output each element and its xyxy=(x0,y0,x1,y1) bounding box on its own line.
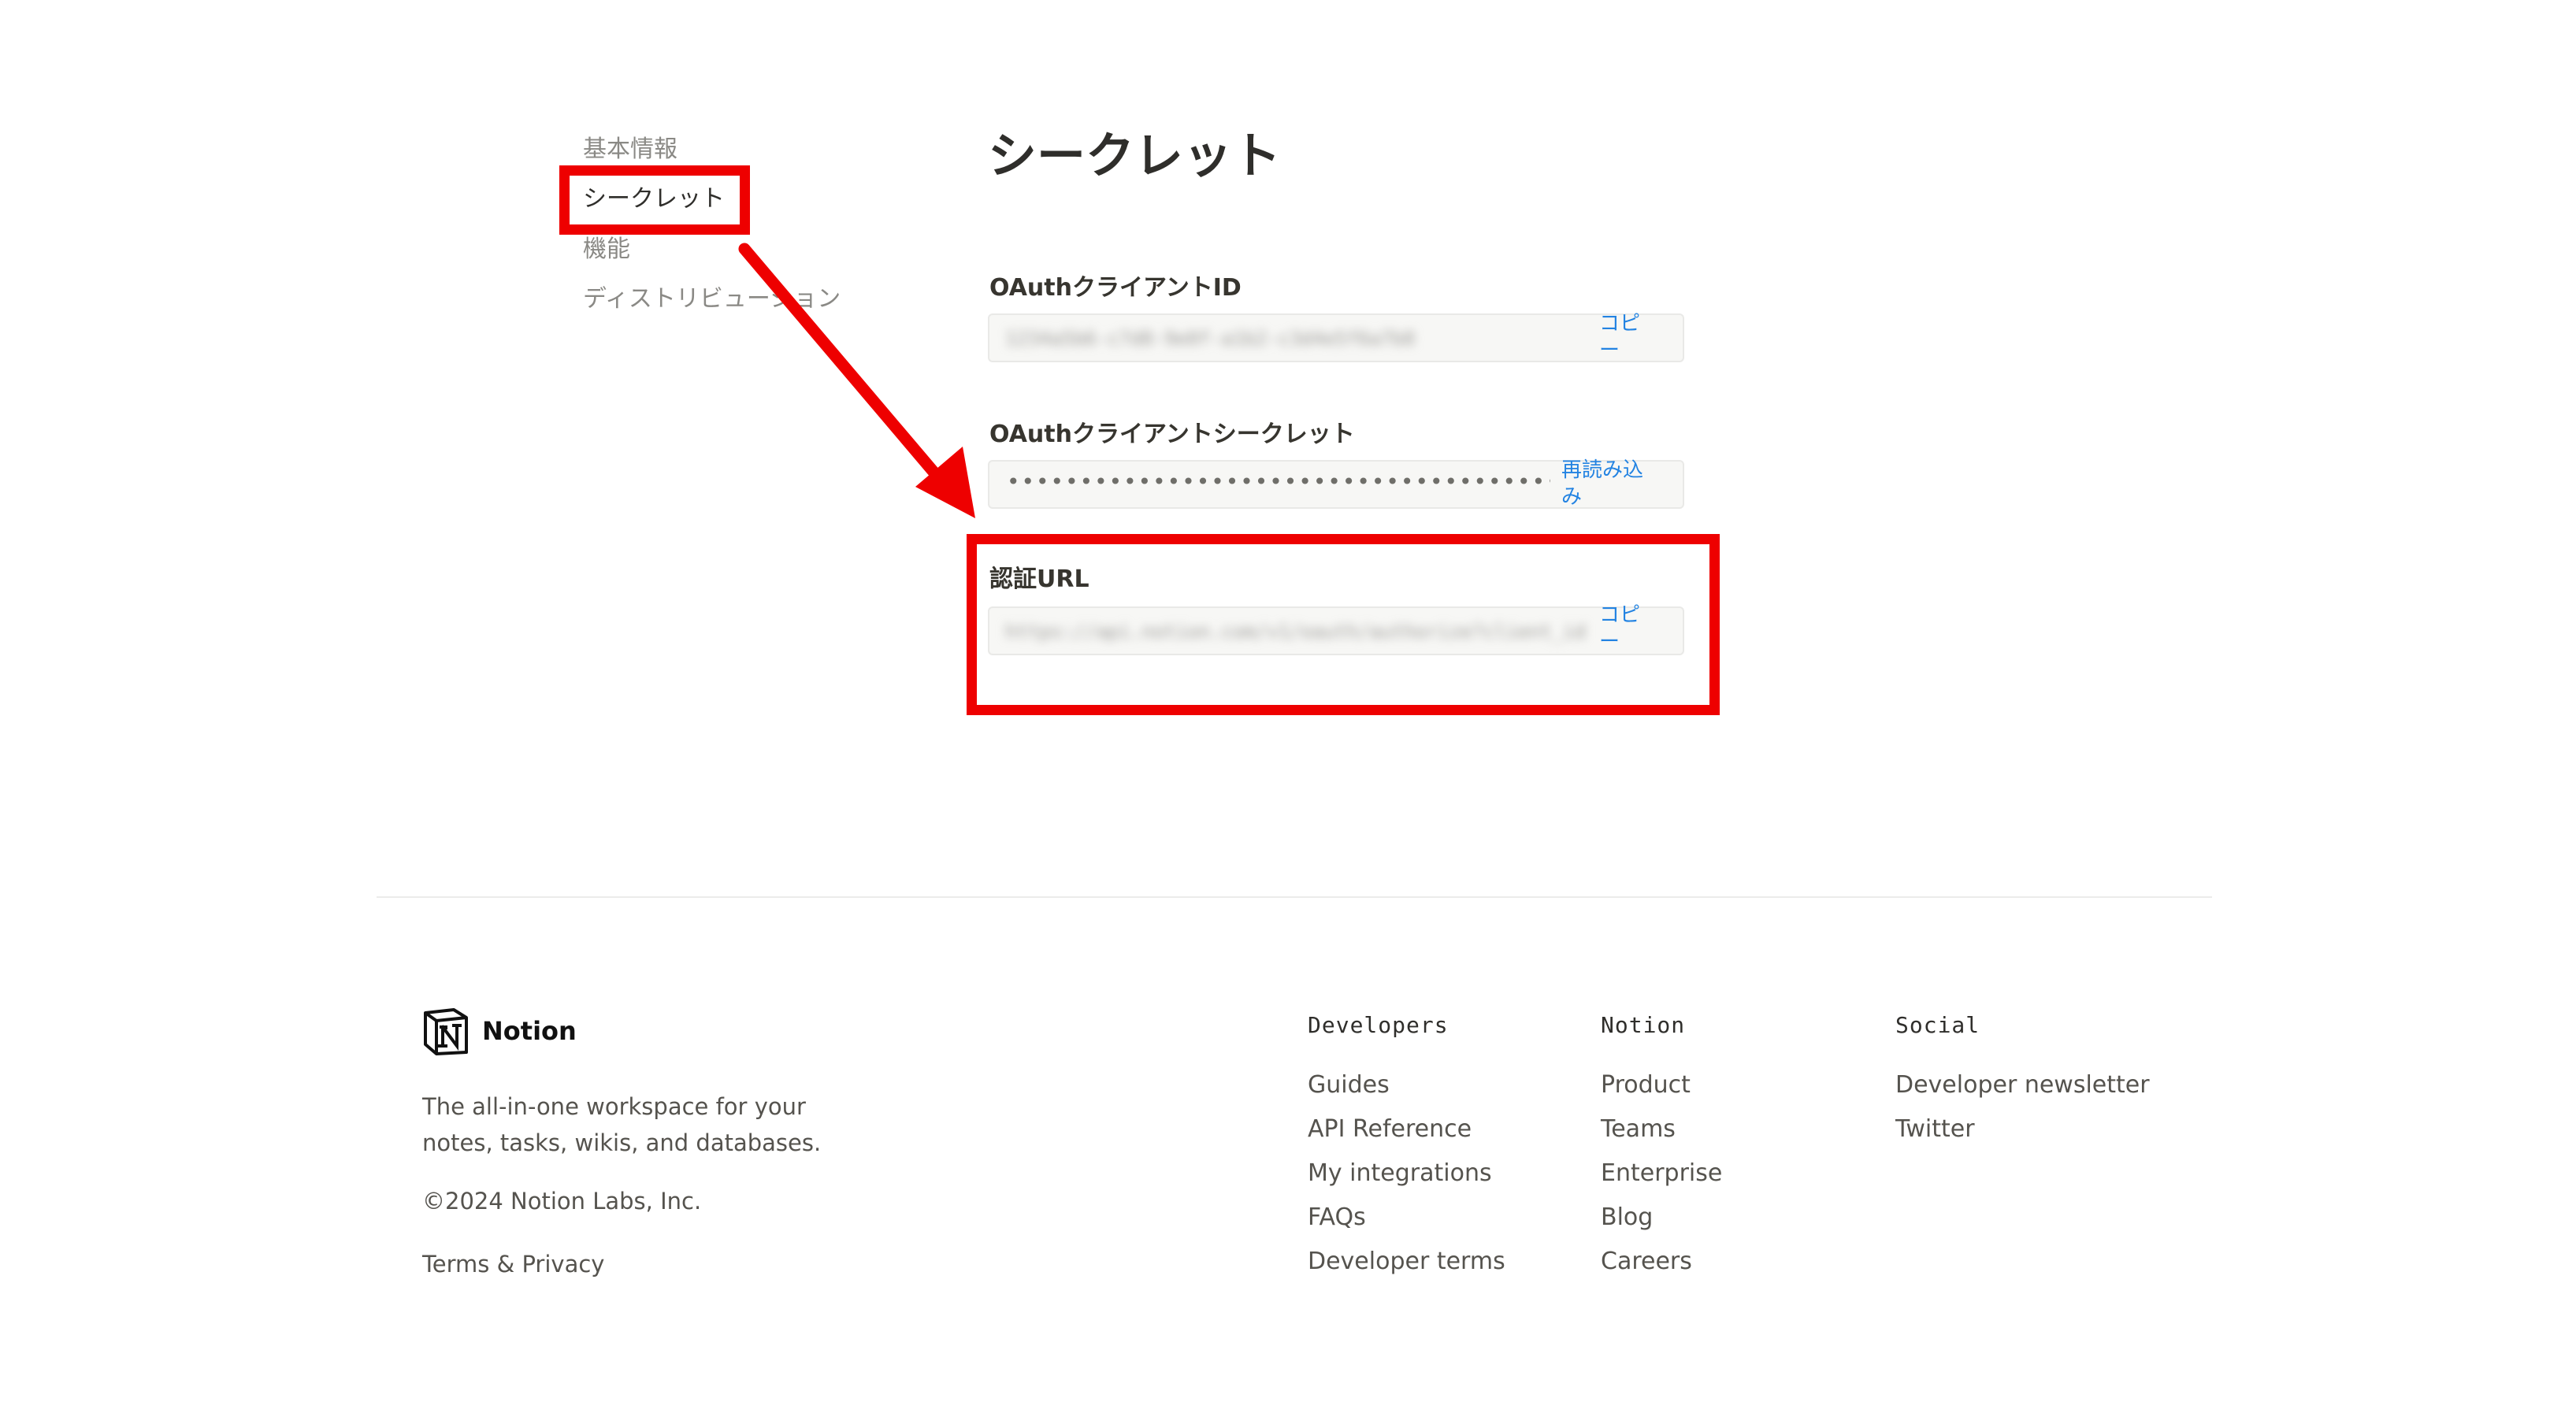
footer-column-title: Notion xyxy=(1601,1012,1686,1038)
footer-column-notion: Notion Product Teams Enterprise Blog Car… xyxy=(1601,1010,1722,1284)
footer-column-social: Social Developer newsletter Twitter xyxy=(1895,1010,2150,1151)
annotation-arrow xyxy=(738,243,975,518)
sidebar-item-capabilities[interactable]: 機能 xyxy=(583,234,630,265)
oauth-client-id-field[interactable]: 1234a5b6-c7d8-9e0f-a1b2-c3d4e5f6a7b8 xyxy=(988,313,1684,362)
sidebar-item-distribution[interactable]: ディストリビューション xyxy=(583,284,841,315)
notion-logo-icon xyxy=(424,1008,468,1055)
oauth-client-id-label: OAuthクライアントID xyxy=(989,274,1242,302)
footer-link-api-reference[interactable]: API Reference xyxy=(1308,1107,1505,1151)
copy-auth-url-button[interactable]: コピー xyxy=(1599,602,1646,655)
footer-link-guides[interactable]: Guides xyxy=(1308,1063,1505,1107)
reload-secret-button[interactable]: 再読み込み xyxy=(1561,457,1652,510)
footer-link-twitter[interactable]: Twitter xyxy=(1895,1107,2150,1151)
copy-client-id-button[interactable]: コピー xyxy=(1599,310,1646,364)
footer-link-developer-newsletter[interactable]: Developer newsletter xyxy=(1895,1063,2150,1107)
footer-brand[interactable]: Notion xyxy=(422,1007,577,1055)
footer-link-careers[interactable]: Careers xyxy=(1601,1240,1722,1284)
footer-column-title: Developers xyxy=(1308,1012,1449,1038)
footer-link-my-integrations[interactable]: My integrations xyxy=(1308,1151,1505,1196)
footer-terms-link[interactable]: Terms & Privacy xyxy=(422,1251,604,1278)
footer-link-teams[interactable]: Teams xyxy=(1601,1107,1722,1151)
footer-link-product[interactable]: Product xyxy=(1601,1063,1722,1107)
auth-url-label: 認証URL xyxy=(989,566,1089,593)
footer-link-faqs[interactable]: FAQs xyxy=(1308,1196,1505,1240)
auth-url-field[interactable]: https://api.notion.com/v1/oauth/authoriz… xyxy=(988,606,1684,655)
footer-link-enterprise[interactable]: Enterprise xyxy=(1601,1151,1722,1196)
footer-column-developers: Developers Guides API Reference My integ… xyxy=(1308,1010,1505,1284)
footer-column-title: Social xyxy=(1895,1012,1980,1038)
footer-copyright: ©2024 Notion Labs, Inc. xyxy=(422,1188,702,1214)
footer-brand-name: Notion xyxy=(482,1016,577,1046)
page-title: シークレット xyxy=(988,127,1282,184)
oauth-client-secret-masked: •••••••••••••••••••••••••••••••••••••••• xyxy=(1007,469,1550,495)
sidebar-item-basic-info[interactable]: 基本情報 xyxy=(583,134,677,165)
oauth-client-id-value: 1234a5b6-c7d8-9e0f-a1b2-c3d4e5f6a7b8 xyxy=(1005,328,1416,350)
auth-url-value: https://api.notion.com/v1/oauth/authoriz… xyxy=(1005,621,1586,643)
footer-divider xyxy=(377,896,2212,898)
footer-link-blog[interactable]: Blog xyxy=(1601,1196,1722,1240)
footer-link-developer-terms[interactable]: Developer terms xyxy=(1308,1240,1505,1284)
sidebar-item-secrets[interactable]: シークレット xyxy=(583,184,725,215)
oauth-client-secret-label: OAuthクライアントシークレット xyxy=(989,421,1355,448)
footer-tagline: The all-in-one workspace for your notes,… xyxy=(422,1093,822,1156)
